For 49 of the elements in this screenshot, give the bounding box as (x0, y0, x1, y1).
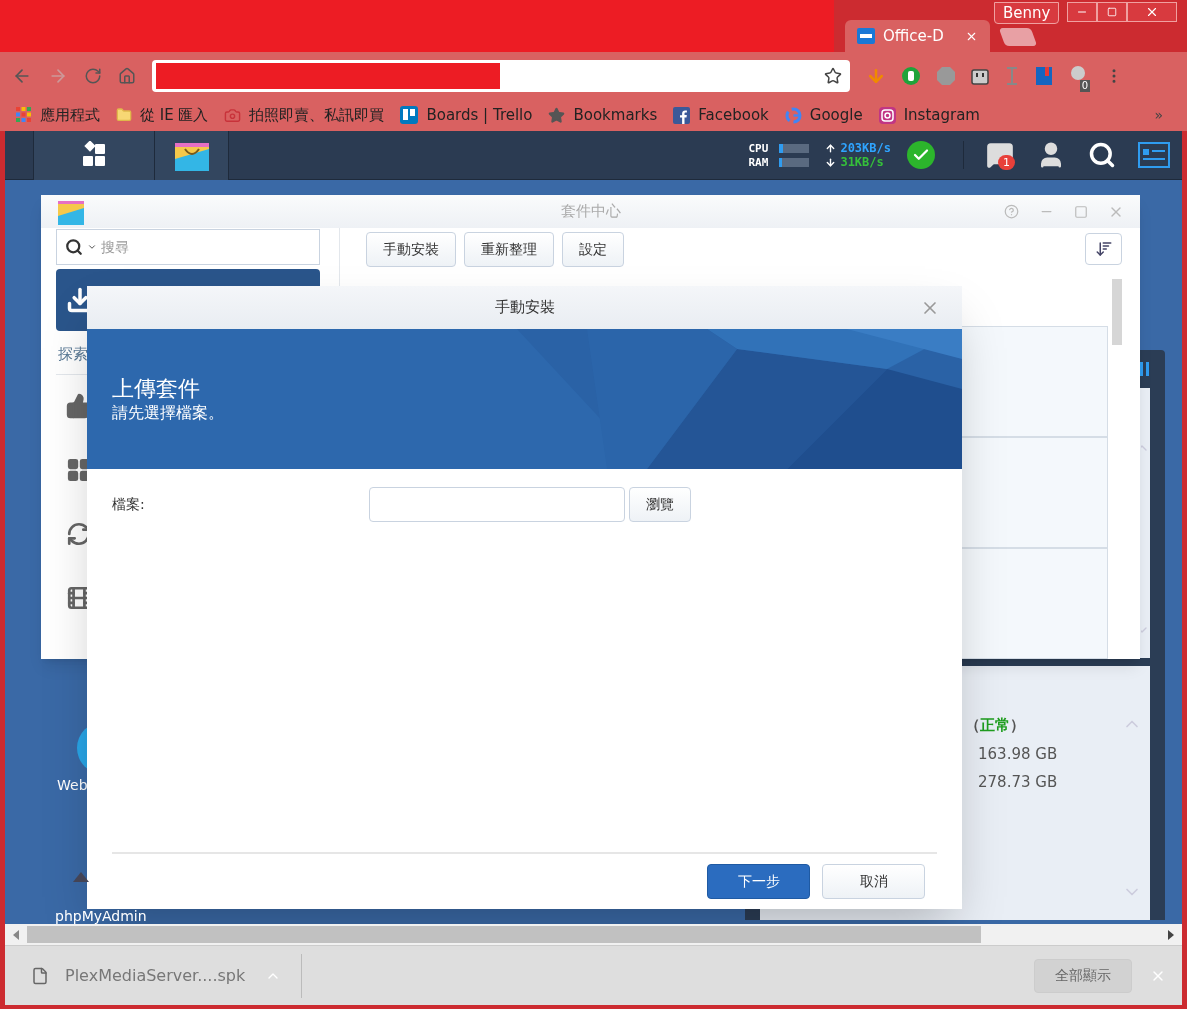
bookmark-item[interactable]: Facebook (673, 103, 769, 127)
desktop-icon-label: phpMyAdmin (55, 909, 147, 924)
bookmark-label: 從 IE 匯入 (140, 104, 209, 126)
meter-label: RAM (748, 155, 770, 169)
browse-button[interactable]: 瀏覽 (629, 487, 691, 522)
window-title: 套件中心 (560, 201, 621, 223)
toolbar-button[interactable]: 設定 (562, 231, 624, 267)
status-bracket: ） (1010, 715, 1025, 736)
bookmark-item[interactable]: Google (784, 103, 863, 127)
storage-size: 163.98 GB (977, 743, 1059, 765)
bookmark-label: Facebook (698, 104, 769, 126)
bookmark-item[interactable]: Instagram (878, 103, 980, 127)
section-label: 探索 (57, 344, 89, 365)
notification-badge: 1 (998, 155, 1015, 170)
bookmark-label: Google (809, 104, 863, 126)
profile-button[interactable]: Benny (994, 2, 1060, 24)
dialog-title: 手動安裝 (494, 297, 555, 319)
tab-title: Office-D (883, 25, 944, 47)
bookmark-item[interactable]: 應用程式 (16, 103, 100, 127)
field-label: 檔案: (112, 495, 146, 514)
dialog-heading: 上傳套件 (112, 376, 201, 402)
bookmarks-overflow[interactable]: » (1154, 104, 1163, 126)
show-all-button[interactable]: 全部顯示 (1034, 958, 1132, 993)
bookmark-label: Instagram (903, 104, 980, 126)
bookmark-label: Bookmarks (573, 104, 658, 126)
dialog-button[interactable]: 下一步 (707, 864, 810, 899)
volume-status: 正常 (980, 715, 1010, 736)
status-bracket: （ (965, 715, 980, 736)
bookmark-item[interactable]: 拍照即賣、私訊即買 (224, 103, 385, 127)
extension-badge: 0 (1079, 79, 1090, 92)
desktop-icon-label: Web (57, 778, 88, 793)
bookmark-label: Boards | Trello (426, 104, 533, 126)
meter-label: CPU (748, 141, 770, 155)
download-speed: 31KB/s (840, 155, 884, 169)
bookmark-item[interactable]: Boards | Trello (400, 103, 533, 127)
dialog-button[interactable]: 取消 (822, 864, 925, 899)
storage-size: 278.73 GB (977, 772, 1059, 793)
download-file-name[interactable]: PlexMediaServer....spk (65, 963, 246, 988)
bookmark-item[interactable]: Bookmarks (548, 103, 658, 127)
dialog-subheading: 請先選擇檔案。 (112, 402, 225, 424)
bookmark-item[interactable]: 從 IE 匯入 (116, 103, 209, 127)
bookmark-label: 拍照即賣、私訊即買 (249, 104, 385, 126)
search-field[interactable]: 搜尋 (101, 236, 251, 258)
browser-tab[interactable]: Office-D (845, 20, 990, 52)
upload-speed: 203KB/s (840, 141, 891, 155)
toolbar-button[interactable]: 手動安裝 (366, 231, 456, 267)
bookmark-label: 應用程式 (40, 104, 100, 126)
toolbar-button[interactable]: 重新整理 (464, 231, 554, 267)
search-box[interactable]: 搜尋 (56, 229, 320, 265)
